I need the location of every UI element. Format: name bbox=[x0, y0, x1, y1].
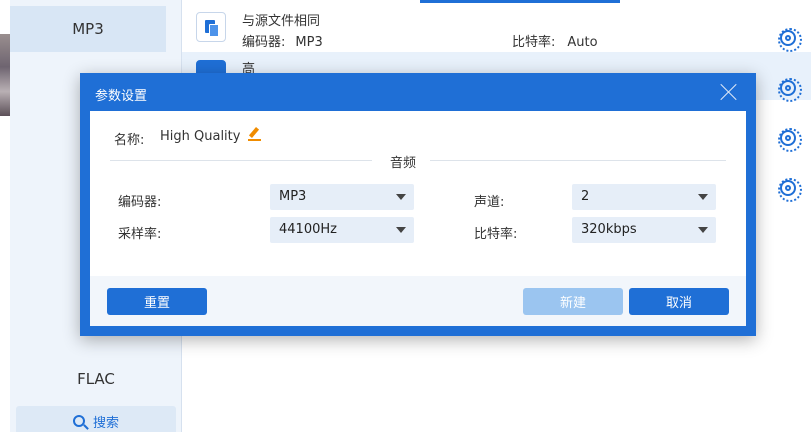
dialog-title: 参数设置 bbox=[95, 89, 148, 104]
section-title-audio: 音频 bbox=[389, 156, 416, 171]
cancel-button[interactable]: 取消 bbox=[629, 288, 729, 315]
edit-icon[interactable] bbox=[248, 127, 262, 141]
preset-codec-label: 编码器: bbox=[242, 35, 286, 50]
chevron-down-icon bbox=[698, 194, 708, 200]
search-label: 搜索 bbox=[92, 415, 119, 431]
encoder-select[interactable]: MP3 bbox=[270, 184, 414, 210]
encoder-label: 编码器: bbox=[118, 195, 162, 210]
section-divider bbox=[110, 160, 372, 161]
bitrate-select[interactable]: 320kbps bbox=[572, 217, 716, 243]
preset-bitrate-value: Auto bbox=[567, 35, 598, 50]
format-item-mp3[interactable]: MP3 bbox=[10, 6, 166, 52]
preset-name-value: High Quality bbox=[160, 129, 241, 144]
channel-select[interactable]: 2 bbox=[572, 184, 716, 210]
parameter-settings-dialog: 参数设置 名称: High Quality 音频 编码器: MP3 声道: 2 … bbox=[80, 73, 756, 336]
gear-icon[interactable] bbox=[778, 78, 802, 102]
chevron-down-icon bbox=[396, 227, 406, 233]
name-label: 名称: bbox=[114, 133, 145, 148]
search-icon bbox=[72, 415, 85, 427]
bitrate-label: 比特率: bbox=[474, 227, 518, 242]
preset-codec-value: MP3 bbox=[295, 35, 323, 50]
gear-icon[interactable] bbox=[778, 178, 802, 202]
preset-codec: 编码器: MP3 bbox=[242, 31, 323, 50]
chevron-down-icon bbox=[698, 227, 708, 233]
samplerate-label: 采样率: bbox=[118, 227, 162, 242]
reset-button[interactable]: 重置 bbox=[107, 288, 207, 315]
section-divider bbox=[430, 160, 726, 161]
encoder-value: MP3 bbox=[279, 189, 307, 204]
copy-icon bbox=[196, 12, 226, 42]
thumbnail-strip bbox=[0, 0, 10, 432]
video-thumbnail[interactable] bbox=[0, 34, 10, 116]
create-button[interactable]: 新建 bbox=[523, 288, 623, 315]
search-button[interactable]: 搜索 bbox=[16, 406, 176, 432]
channel-value: 2 bbox=[581, 189, 590, 204]
gear-icon[interactable] bbox=[778, 128, 802, 152]
channel-label: 声道: bbox=[474, 195, 505, 210]
close-icon[interactable] bbox=[720, 83, 738, 101]
tab-accent-bar bbox=[420, 0, 620, 3]
preset-name: 与源文件相同 bbox=[242, 14, 321, 29]
dialog-footer: 重置 新建 取消 bbox=[90, 276, 746, 326]
preset-bitrate: 比特率: Auto bbox=[512, 31, 598, 50]
samplerate-value: 44100Hz bbox=[279, 222, 337, 237]
samplerate-select[interactable]: 44100Hz bbox=[270, 217, 414, 243]
gear-icon[interactable] bbox=[778, 28, 802, 52]
preset-bitrate-label: 比特率: bbox=[512, 35, 556, 50]
bitrate-value: 320kbps bbox=[581, 222, 637, 237]
format-item-flac[interactable]: FLAC bbox=[10, 356, 182, 402]
preset-row[interactable]: 与源文件相同 编码器: MP3 比特率: Auto bbox=[182, 4, 811, 52]
dialog-body: 名称: High Quality 音频 编码器: MP3 声道: 2 采样率: … bbox=[90, 111, 746, 276]
chevron-down-icon bbox=[396, 194, 406, 200]
